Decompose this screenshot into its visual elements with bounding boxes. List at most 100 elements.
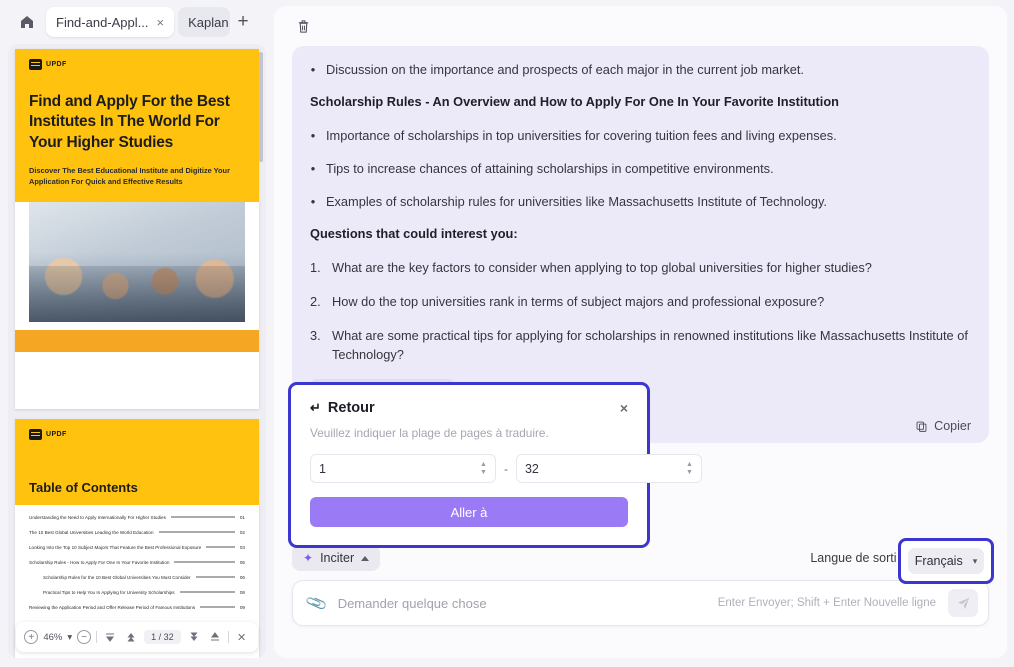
question-text: What are some practical tips for applyin… [332, 327, 968, 363]
zoom-level[interactable]: 46% [43, 632, 62, 643]
toc-entry: Understanding the Need to Apply Internat… [29, 515, 245, 520]
section-heading-scholarship-rules: Scholarship Rules - An Overview and How … [310, 94, 839, 110]
stepper-up-icon[interactable]: ▲ [480, 461, 487, 468]
chat-input-bar[interactable]: 📎 Enter Envoyer; Shift + Enter Nouvelle … [292, 580, 989, 626]
sparkle-icon: ✦ [303, 551, 314, 565]
question-index: 3. [310, 327, 321, 343]
pdf-preview-pane[interactable]: UPDF Find and Apply For the Best Institu… [8, 44, 266, 658]
page-from-stepper[interactable]: ▲ ▼ [480, 461, 487, 476]
next-page-icon[interactable] [186, 629, 202, 645]
chevron-down-icon[interactable]: ▾ [67, 632, 72, 643]
page-to-field[interactable]: ▲ ▼ [515, 454, 702, 483]
page-to-input[interactable] [524, 461, 686, 476]
tab-close-icon[interactable]: × [157, 16, 165, 29]
back-arrow-icon[interactable]: ↵ [310, 400, 321, 416]
pdf-cover-strip [15, 329, 259, 352]
page-to-stepper[interactable]: ▲ ▼ [686, 461, 693, 476]
caret-up-icon [361, 555, 370, 561]
toc-entry: Looking Into the Top 10 Subject Majors T… [29, 545, 245, 550]
dialog-description: Veuillez indiquer la plage de pages à tr… [310, 426, 549, 440]
input-hint: Enter Envoyer; Shift + Enter Nouvelle li… [717, 597, 936, 609]
toc-entry-page: 01 [239, 515, 245, 520]
bullet-text: Discussion on the importance and prospec… [326, 62, 804, 77]
stepper-down-icon[interactable]: ▼ [686, 469, 693, 476]
toc-entry: Practical Tips to Help You In Applying f… [29, 590, 245, 595]
toc-dots [206, 546, 235, 548]
stepper-down-icon[interactable]: ▼ [480, 469, 487, 476]
chevron-down-icon: ▾ [972, 555, 978, 566]
zoom-out-icon[interactable]: − [77, 630, 92, 644]
section-heading-questions: Questions that could interest you: [310, 226, 518, 242]
pdf-page-2-header: UPDF Table of Contents [15, 419, 259, 505]
toc-entry-text: Practical Tips to Help You In Applying f… [43, 590, 175, 595]
pdf-cover-subtitle: Discover The Best Educational Institute … [29, 166, 230, 187]
stepper-up-icon[interactable]: ▲ [686, 461, 693, 468]
home-button[interactable] [12, 7, 42, 37]
tab-find-and-apply[interactable]: Find-and-Appl... × [46, 7, 175, 37]
last-page-icon[interactable] [207, 629, 223, 645]
app-window: Find-and-Appl... × Kaplan + UPDF_5243709 [0, 0, 1014, 667]
tab-kaplan[interactable]: Kaplan [178, 7, 231, 37]
toc-entry-page: 03 [239, 545, 245, 550]
bullet-text: Importance of scholarships in top univer… [326, 127, 837, 143]
toc-dots [158, 531, 235, 533]
bullet-dot: • [310, 127, 316, 143]
delete-conversation-button[interactable] [290, 13, 316, 39]
prev-page-icon[interactable] [123, 629, 139, 645]
page-indicator[interactable]: 1 / 32 [144, 630, 181, 644]
toc-list: Understanding the Need to Apply Internat… [15, 505, 259, 626]
toc-entry-text: Understanding the Need to Apply Internat… [29, 515, 166, 520]
pdf-cover-photo [29, 201, 245, 322]
toc-title: Table of Contents [29, 480, 138, 495]
zoom-in-icon[interactable]: + [24, 630, 39, 644]
divider [227, 631, 229, 643]
question-text: How do the top universities rank in term… [332, 293, 825, 309]
bullet-item: • Examples of scholarship rules for univ… [310, 192, 971, 211]
page-from-field[interactable]: ▲ ▼ [310, 454, 496, 483]
send-icon [957, 597, 969, 609]
inciter-button[interactable]: ✦ Inciter [292, 545, 381, 571]
chat-input[interactable] [337, 595, 706, 611]
paperclip-icon[interactable]: 📎 [304, 591, 328, 615]
toc-entry: Reviewing the Application Period and Off… [29, 605, 245, 610]
pdf-page-1-header: UPDF Find and Apply For the Best Institu… [15, 49, 259, 202]
go-to-button[interactable]: Aller à [310, 497, 628, 527]
bullet-item: • Tips to increase chances of attaining … [310, 159, 971, 178]
page-range-dialog-highlight: ↵ Retour × Veuillez indiquer la plage de… [288, 382, 702, 548]
copy-icon [916, 421, 927, 432]
toc-entry-text: Scholarship Rules - How to Apply For One… [29, 560, 170, 565]
close-icon[interactable]: × [620, 401, 628, 415]
toc-entry-page: 08 [239, 590, 245, 595]
pdf-scroll-area[interactable]: UPDF Find and Apply For the Best Institu… [8, 44, 266, 658]
trash-icon [298, 19, 308, 33]
send-button[interactable] [948, 589, 978, 617]
bullet-dot: • [310, 194, 316, 210]
divider [96, 631, 98, 643]
toc-entry-page: 06 [239, 575, 245, 580]
updf-mark-icon [29, 59, 42, 70]
page-from-input[interactable] [319, 461, 480, 476]
pdf-toolbar: + 46% ▾ − 1 / 32 ✕ [16, 622, 258, 652]
dialog-title: Retour [327, 400, 375, 416]
language-value: Français [914, 554, 963, 568]
pdf-scrollbar[interactable] [259, 52, 263, 162]
toc-dots [200, 606, 235, 608]
toc-dots [170, 516, 235, 518]
pdf-cover-title: Find and Apply For the Best Institutes I… [29, 93, 230, 151]
range-separator: - [503, 461, 508, 476]
dialog-header: ↵ Retour × [310, 400, 628, 416]
updf-logo-text: UPDF [46, 431, 67, 438]
pdf-page-1[interactable]: UPDF Find and Apply For the Best Institu… [15, 49, 259, 409]
language-dropdown-highlight[interactable]: Français ▾ [898, 538, 994, 584]
question-index: 2. [310, 293, 321, 309]
toc-entry-text: Looking Into the Top 10 Subject Majors T… [29, 545, 202, 550]
tab-strip: Find-and-Appl... × Kaplan + [0, 0, 272, 44]
output-language-label: Langue de sorti [810, 551, 897, 565]
language-dropdown-highlighted[interactable]: Français ▾ [908, 548, 984, 574]
tab-label: Find-and-Appl... [56, 14, 149, 30]
close-icon[interactable]: ✕ [234, 629, 250, 645]
updf-mark-icon [29, 429, 42, 440]
new-tab-button[interactable]: + [230, 9, 256, 35]
first-page-icon[interactable] [102, 629, 118, 645]
question-index: 1. [310, 259, 321, 275]
